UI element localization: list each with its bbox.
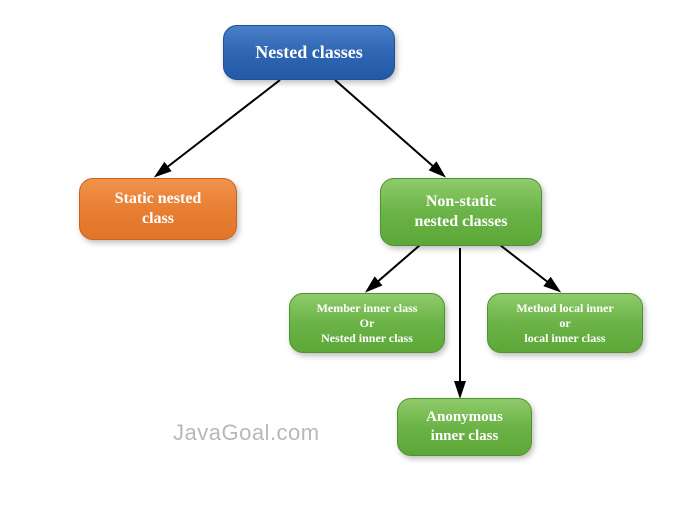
- member-inner-node: Member inner classOrNested inner class: [289, 293, 445, 353]
- member-inner-label: Member inner classOrNested inner class: [317, 301, 418, 346]
- watermark-text: JavaGoal.com: [173, 420, 320, 446]
- static-nested-node: Static nestedclass: [79, 178, 237, 240]
- method-local-node: Method local innerorlocal inner class: [487, 293, 643, 353]
- static-nested-label: Static nestedclass: [115, 189, 202, 229]
- anonymous-label: Anonymousinner class: [426, 408, 503, 446]
- non-static-node: Non-staticnested classes: [380, 178, 542, 246]
- non-static-label: Non-staticnested classes: [415, 192, 508, 232]
- method-local-label: Method local innerorlocal inner class: [516, 301, 613, 346]
- root-label: Nested classes: [255, 41, 362, 64]
- root-node: Nested classes: [223, 25, 395, 80]
- anonymous-node: Anonymousinner class: [397, 398, 532, 456]
